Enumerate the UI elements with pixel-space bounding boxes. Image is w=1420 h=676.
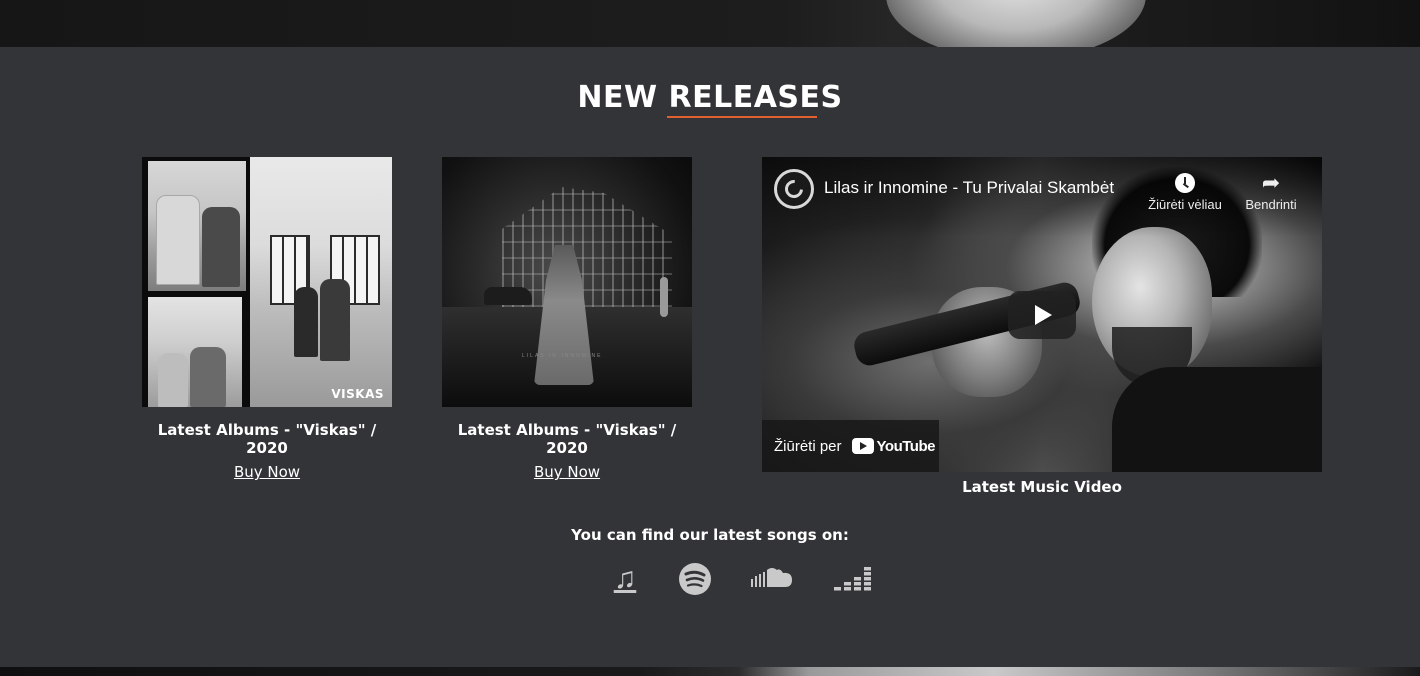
person-shape — [156, 195, 200, 285]
person-shape — [294, 287, 318, 357]
youtube-embed[interactable]: Lilas ir Innomine - Tu Privalai Skambėt … — [762, 157, 1322, 472]
clock-icon — [1140, 169, 1230, 197]
video-caption: Latest Music Video — [962, 478, 1122, 496]
person-shape — [158, 353, 188, 407]
share-arrow-icon: ➦ — [1261, 170, 1281, 195]
album-cover-viskas[interactable]: VISKAS — [142, 157, 392, 407]
video-title[interactable]: Lilas ir Innomine - Tu Privalai Skambėt — [824, 178, 1114, 198]
title-underline — [667, 116, 817, 118]
watch-later-button[interactable]: Žiūrėti vėliau — [1140, 169, 1230, 212]
hero-image-bottom — [0, 667, 1420, 676]
youtube-logo: YouTube — [851, 437, 936, 455]
play-button[interactable] — [1008, 291, 1076, 339]
soundcloud-icon[interactable] — [750, 561, 794, 597]
channel-logo-mark — [781, 176, 807, 202]
share-label: Bendrinti — [1245, 197, 1297, 212]
small-figure-shape — [660, 277, 668, 317]
music-note-icon[interactable]: ♫ — [610, 561, 640, 597]
cover-title: VISKAS — [331, 387, 384, 401]
person-shape — [202, 207, 240, 287]
channel-logo-icon[interactable] — [774, 169, 814, 209]
album-cover-night[interactable]: LILAS IR INNOMINE — [442, 157, 692, 407]
cover-small-text: LILAS IR INNOMINE — [522, 353, 603, 359]
share-button[interactable]: ➦ Bendrinti — [1226, 169, 1316, 212]
spotify-icon[interactable] — [678, 561, 712, 597]
person-shape — [190, 347, 226, 407]
person-shape — [320, 279, 350, 361]
album-card-1: VISKAS Latest Albums - "Viskas" / 2020 B… — [142, 157, 392, 481]
youtube-wordmark: YouTube — [876, 437, 936, 455]
buy-now-link[interactable]: Buy Now — [442, 463, 692, 481]
new-releases-page: New Releases VISKAS Latest Albums - "Vis… — [0, 0, 1420, 676]
platforms-label: You can find our latest songs on: — [571, 526, 849, 544]
watch-on-youtube-button[interactable]: Žiūrėti per YouTube — [762, 420, 939, 472]
youtube-play-icon — [851, 438, 874, 454]
hero-portrait — [886, 0, 1146, 47]
buy-now-link[interactable]: Buy Now — [142, 463, 392, 481]
album-caption: Latest Albums - "Viskas" / 2020 — [457, 421, 677, 457]
album-caption: Latest Albums - "Viskas" / 2020 — [157, 421, 377, 457]
thumbnail-shirt-shape — [1112, 367, 1322, 472]
album-card-2: LILAS IR INNOMINE Latest Albums - "Viska… — [442, 157, 692, 481]
section-title: New Releases — [577, 80, 843, 115]
watch-later-label: Žiūrėti vėliau — [1148, 197, 1222, 212]
car-shape — [484, 287, 532, 305]
watch-on-label: Žiūrėti per — [774, 437, 842, 455]
deezer-icon[interactable] — [834, 561, 872, 597]
hero-image-top — [0, 0, 1420, 47]
